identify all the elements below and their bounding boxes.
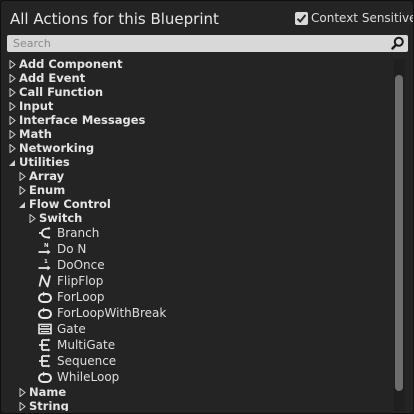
context-sensitive-toggle[interactable]: Context Sensitive [295, 10, 414, 26]
checkmark-icon [296, 13, 307, 23]
tree-category-string[interactable]: String [1, 399, 393, 411]
flip-flop-icon [38, 274, 51, 288]
tree-category-label: Input [19, 99, 54, 113]
gate-icon [38, 323, 52, 335]
multi-exec-icon [39, 338, 51, 352]
tree-item-flip-flop[interactable]: FlipFlop [1, 273, 393, 289]
tree-item-label: Do N [57, 242, 87, 256]
tree-category-call-function[interactable]: Call Function [1, 85, 393, 99]
tree-category-switch[interactable]: Switch [1, 211, 393, 225]
do-n-icon: N [38, 243, 51, 255]
tree-category-flow-control[interactable]: Flow Control [1, 197, 393, 211]
tree-item-for-loop[interactable]: ForLoop [1, 289, 393, 305]
tree-category-math[interactable]: Math [1, 127, 393, 141]
tree-category-label: Call Function [19, 85, 104, 99]
triangle-right-icon [9, 73, 16, 83]
triangle-down-icon [9, 159, 15, 166]
tree-item-label: MultiGate [57, 338, 116, 352]
tree-item-do-once[interactable]: 1 DoOnce [1, 257, 393, 273]
tree-item-label: ForLoopWithBreak [57, 306, 167, 320]
tree-category-input[interactable]: Input [1, 99, 393, 113]
triangle-right-icon [9, 59, 16, 69]
tree-category-label: Array [29, 169, 65, 183]
tree-item-while-loop[interactable]: WhileLoop [1, 369, 393, 385]
tree-category-array[interactable]: Array [1, 169, 393, 183]
search-icon[interactable] [391, 36, 405, 50]
tree-item-for-loop-with-break[interactable]: ForLoopWithBreak [1, 305, 393, 321]
tree-item-label: Sequence [57, 354, 117, 368]
tree-category-add-event[interactable]: Add Event [1, 71, 393, 85]
action-menu-panel: All Actions for this Blueprint Context S… [0, 0, 414, 414]
tree-category-label: Utilities [19, 155, 70, 169]
svg-text:N: N [44, 243, 49, 249]
triangle-right-icon [19, 401, 26, 411]
tree-category-label: Flow Control [29, 197, 111, 211]
tree-category-label: Math [19, 127, 52, 141]
tree-item-multi-gate[interactable]: MultiGate [1, 337, 393, 353]
tree-category-label: Add Component [19, 57, 123, 71]
header: All Actions for this Blueprint Context S… [1, 1, 413, 35]
scrollbar-thumb[interactable] [395, 75, 403, 391]
triangle-right-icon [9, 129, 16, 139]
context-sensitive-checkbox[interactable] [295, 11, 308, 25]
triangle-down-icon [19, 201, 25, 208]
tree-category-name[interactable]: Name [1, 385, 393, 399]
action-tree: Add Component Add Event Call Function In… [1, 57, 393, 411]
tree-category-label: Enum [29, 183, 66, 197]
branch-icon [39, 227, 51, 239]
search-box[interactable] [7, 35, 408, 52]
tree-item-label: DoOnce [57, 258, 105, 272]
context-sensitive-label: Context Sensitive [311, 11, 414, 25]
vertical-scrollbar[interactable] [394, 59, 405, 411]
tree-item-label: FlipFlop [57, 274, 104, 288]
tree-category-add-component[interactable]: Add Component [1, 57, 393, 71]
tree-item-gate[interactable]: Gate [1, 321, 393, 337]
tree-item-branch[interactable]: Branch [1, 225, 393, 241]
tree-category-label: Name [29, 385, 67, 399]
tree-category-networking[interactable]: Networking [1, 141, 393, 155]
triangle-right-icon [29, 213, 36, 223]
do-once-icon: 1 [38, 259, 51, 271]
triangle-right-icon [9, 143, 16, 153]
tree-item-label: WhileLoop [57, 370, 120, 384]
loop-icon [38, 371, 52, 383]
loop-icon [38, 291, 52, 303]
tree-category-label: Interface Messages [19, 113, 146, 127]
triangle-right-icon [9, 101, 16, 111]
triangle-right-icon [9, 87, 16, 97]
triangle-right-icon [9, 115, 16, 125]
tree-item-label: Gate [57, 322, 86, 336]
tree-category-label: String [29, 399, 69, 411]
triangle-right-icon [19, 387, 26, 397]
multi-exec-icon [39, 354, 51, 368]
search-input[interactable] [7, 35, 393, 52]
panel-title: All Actions for this Blueprint [10, 10, 219, 28]
tree-category-label: Switch [39, 211, 83, 225]
tree-item-do-n[interactable]: N Do N [1, 241, 393, 257]
tree-category-utilities[interactable]: Utilities [1, 155, 393, 169]
tree-item-sequence[interactable]: Sequence [1, 353, 393, 369]
triangle-right-icon [19, 185, 26, 195]
tree-item-label: ForLoop [57, 290, 105, 304]
svg-text:1: 1 [44, 259, 48, 265]
tree-category-label: Networking [19, 141, 95, 155]
triangle-right-icon [19, 171, 26, 181]
tree-item-label: Branch [57, 226, 100, 240]
tree-category-label: Add Event [19, 71, 86, 85]
tree-category-enum[interactable]: Enum [1, 183, 393, 197]
tree-category-interface-messages[interactable]: Interface Messages [1, 113, 393, 127]
loop-icon [38, 307, 52, 319]
